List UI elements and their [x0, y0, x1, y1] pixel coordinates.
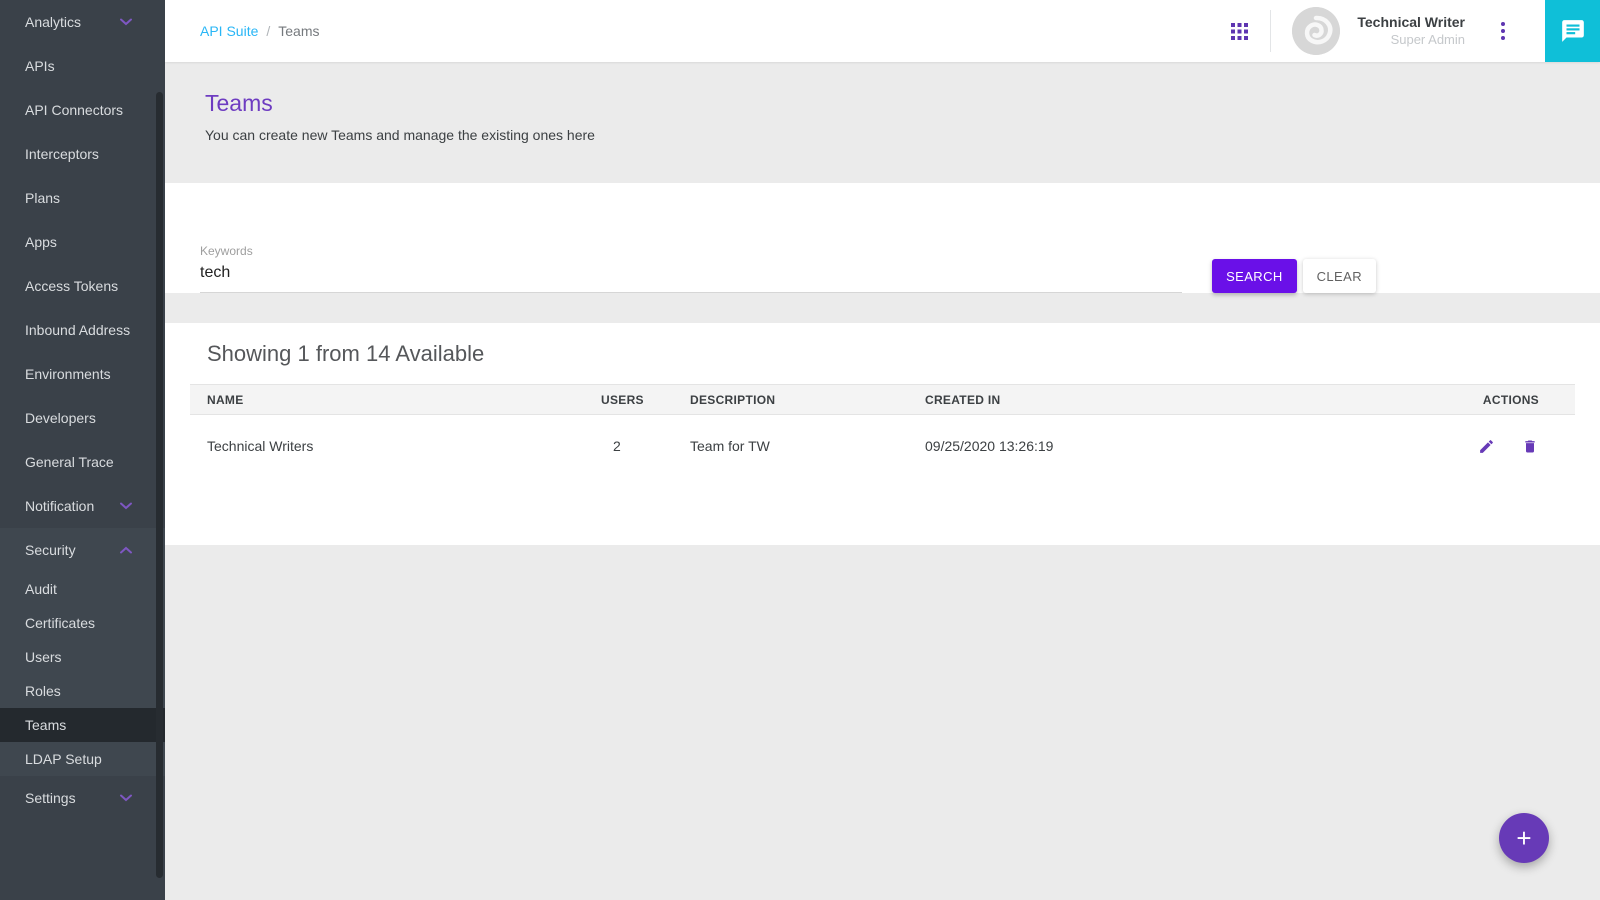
search-button[interactable]: SEARCH: [1212, 259, 1297, 293]
table-header-row: NAME USERS DESCRIPTION CREATED IN ACTION…: [190, 384, 1575, 415]
breadcrumb: API Suite / Teams: [200, 23, 320, 39]
breadcrumb-current-page: Teams: [278, 23, 319, 39]
sidebar-item-ldap-setup[interactable]: LDAP Setup: [0, 742, 165, 776]
page-header: Teams You can create new Teams and manag…: [165, 62, 1600, 183]
user-info[interactable]: Technical Writer Super Admin: [1357, 14, 1465, 48]
sidebar-item-users[interactable]: Users: [0, 640, 165, 674]
keywords-label: Keywords: [200, 244, 1182, 258]
sidebar-item-label: Inbound Address: [25, 322, 130, 338]
add-team-fab-button[interactable]: +: [1499, 813, 1549, 863]
sidebar-item-general-trace[interactable]: General Trace: [0, 440, 165, 484]
sidebar-item-label: Settings: [25, 790, 76, 806]
user-role: Super Admin: [1357, 32, 1465, 48]
chat-button[interactable]: [1545, 0, 1600, 62]
user-name: Technical Writer: [1357, 14, 1465, 32]
chevron-down-icon: [120, 502, 132, 510]
sidebar-item-label: Certificates: [25, 615, 95, 631]
sidebar: Analytics APIs API Connectors Intercepto…: [0, 0, 165, 900]
sidebar-item-audit[interactable]: Audit: [0, 572, 165, 606]
sidebar-item-apps[interactable]: Apps: [0, 220, 165, 264]
chat-bubble-icon: [1560, 18, 1586, 44]
sidebar-item-plans[interactable]: Plans: [0, 176, 165, 220]
section-divider-band: [165, 293, 1600, 323]
keywords-field-group: Keywords: [200, 244, 1182, 293]
column-header-name: NAME: [190, 393, 601, 407]
sidebar-item-analytics[interactable]: Analytics: [0, 0, 165, 44]
sidebar-item-label: Environments: [25, 366, 111, 382]
breadcrumb-link-api-suite[interactable]: API Suite: [200, 23, 258, 39]
column-header-created-in: CREATED IN: [925, 393, 1440, 407]
results-summary: Showing 1 from 14 Available: [165, 323, 1600, 367]
cell-users-count: 2: [601, 438, 690, 454]
cell-team-name: Technical Writers: [190, 438, 601, 454]
sidebar-item-notification[interactable]: Notification: [0, 484, 165, 528]
sidebar-item-roles[interactable]: Roles: [0, 674, 165, 708]
sidebar-item-label: Security: [25, 542, 76, 558]
sidebar-item-label: Access Tokens: [25, 278, 118, 294]
keywords-input[interactable]: [200, 258, 1182, 293]
sidebar-item-security[interactable]: Security: [0, 528, 165, 572]
sidebar-scrollbar[interactable]: [156, 92, 163, 878]
sidebar-item-label: APIs: [25, 58, 55, 74]
sidebar-item-api-connectors[interactable]: API Connectors: [0, 88, 165, 132]
sidebar-item-label: Analytics: [25, 14, 81, 30]
sidebar-item-label: Audit: [25, 581, 57, 597]
sidebar-item-apis[interactable]: APIs: [0, 44, 165, 88]
chevron-down-icon: [120, 18, 132, 26]
cell-created-in: 09/25/2020 13:26:19: [925, 438, 1440, 454]
sidebar-item-label: Notification: [25, 498, 94, 514]
search-panel: Keywords SEARCH CLEAR: [165, 183, 1600, 293]
apps-grid-icon[interactable]: [1220, 12, 1258, 50]
delete-trash-icon[interactable]: [1521, 437, 1539, 455]
sidebar-item-label: Teams: [25, 717, 66, 733]
sidebar-item-teams[interactable]: Teams: [0, 708, 165, 742]
sidebar-item-label: General Trace: [25, 454, 114, 470]
cell-actions: [1440, 437, 1575, 455]
results-panel: Showing 1 from 14 Available NAME USERS D…: [165, 323, 1600, 545]
sidebar-item-label: LDAP Setup: [25, 751, 102, 767]
table-row: Technical Writers 2 Team for TW 09/25/20…: [190, 415, 1575, 477]
main-content: Teams You can create new Teams and manag…: [165, 62, 1600, 900]
sidebar-item-label: Apps: [25, 234, 57, 250]
sidebar-item-access-tokens[interactable]: Access Tokens: [0, 264, 165, 308]
topbar: API Suite / Teams Technical Writer Super…: [165, 0, 1600, 62]
sidebar-item-certificates[interactable]: Certificates: [0, 606, 165, 640]
sidebar-item-label: Roles: [25, 683, 61, 699]
sidebar-item-inbound-address[interactable]: Inbound Address: [0, 308, 165, 352]
sidebar-item-label: Users: [25, 649, 62, 665]
chevron-down-icon: [120, 794, 132, 802]
cell-description: Team for TW: [690, 438, 925, 454]
sidebar-item-label: Interceptors: [25, 146, 99, 162]
sidebar-item-settings[interactable]: Settings: [0, 776, 165, 820]
chevron-up-icon: [120, 546, 132, 554]
more-vertical-dots-icon[interactable]: [1489, 12, 1517, 50]
teams-table: NAME USERS DESCRIPTION CREATED IN ACTION…: [190, 384, 1575, 477]
breadcrumb-separator: /: [266, 23, 270, 39]
column-header-users: USERS: [601, 393, 690, 407]
sidebar-item-label: Developers: [25, 410, 96, 426]
sidebar-security-group: Security Audit Certificates Users Roles …: [0, 528, 165, 776]
sidebar-item-interceptors[interactable]: Interceptors: [0, 132, 165, 176]
search-buttons: SEARCH CLEAR: [1212, 259, 1376, 293]
page-title: Teams: [205, 90, 1600, 117]
column-header-actions: ACTIONS: [1440, 393, 1575, 407]
clear-button[interactable]: CLEAR: [1303, 259, 1376, 293]
topbar-divider: [1270, 10, 1271, 52]
sidebar-item-developers[interactable]: Developers: [0, 396, 165, 440]
sidebar-item-label: Plans: [25, 190, 60, 206]
avatar[interactable]: [1292, 7, 1340, 55]
page-subtitle: You can create new Teams and manage the …: [205, 127, 1600, 143]
plus-icon: +: [1516, 823, 1531, 854]
topbar-right-cluster: Technical Writer Super Admin: [1220, 0, 1600, 62]
column-header-description: DESCRIPTION: [690, 393, 925, 407]
sidebar-item-label: API Connectors: [25, 102, 123, 118]
swirl-logo-icon: [1292, 7, 1340, 55]
edit-pencil-icon[interactable]: [1477, 437, 1495, 455]
sidebar-item-environments[interactable]: Environments: [0, 352, 165, 396]
